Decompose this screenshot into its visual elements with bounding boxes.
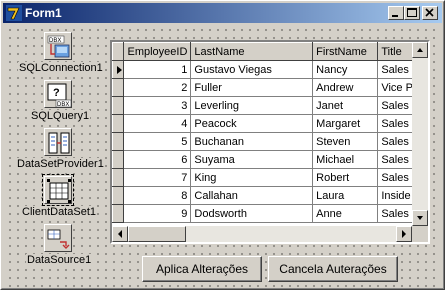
row-indicator[interactable] xyxy=(112,114,125,133)
grid-cell[interactable]: King xyxy=(190,168,314,187)
main-window: Form1 DBX SQLConnection1 ? DBX SQLQuery1… xyxy=(0,0,445,290)
grid-table: EmployeeID LastName FirstName Title 1 Gus… xyxy=(112,42,428,223)
minimize-icon xyxy=(392,15,398,17)
grid-cell[interactable]: Nancy xyxy=(312,60,379,79)
scroll-right-button[interactable] xyxy=(396,226,412,242)
grid-cell[interactable]: 7 xyxy=(123,168,192,187)
apply-changes-button[interactable]: Aplica Alterações xyxy=(142,256,262,282)
scroll-down-button[interactable] xyxy=(412,210,428,226)
grid-cell[interactable]: 9 xyxy=(123,204,192,223)
grid-cell[interactable]: 3 xyxy=(123,96,192,115)
cancel-changes-button[interactable]: Cancela Auterações xyxy=(268,256,398,282)
table-row[interactable]: 2 Fuller Andrew Vice P xyxy=(112,78,428,97)
close-icon xyxy=(425,8,434,17)
grid-cell[interactable]: 5 xyxy=(123,132,192,151)
arrow-up-icon xyxy=(417,48,423,52)
grid-cell[interactable]: 8 xyxy=(123,186,192,205)
title-bar[interactable]: Form1 xyxy=(3,3,442,23)
row-indicator[interactable] xyxy=(112,78,125,97)
scrollbar-corner xyxy=(412,226,428,242)
grid-cell[interactable]: Leverling xyxy=(190,96,314,115)
row-indicator[interactable] xyxy=(112,204,125,223)
dataset-provider-component[interactable] xyxy=(44,128,72,156)
employee-grid[interactable]: EmployeeID LastName FirstName Title 1 Gus… xyxy=(110,40,430,244)
grid-cell[interactable]: 6 xyxy=(123,150,192,169)
grid-cell[interactable]: Robert xyxy=(312,168,379,187)
grid-cell[interactable]: Peacock xyxy=(190,114,314,133)
grid-cell[interactable]: Dodsworth xyxy=(190,204,314,223)
column-header[interactable]: LastName xyxy=(190,42,314,61)
grid-cell[interactable]: Gustavo Viegas xyxy=(190,60,314,79)
grid-cell[interactable]: 2 xyxy=(123,78,192,97)
table-row[interactable]: 9 Dodsworth Anne Sales R xyxy=(112,204,428,223)
grid-cell[interactable]: 4 xyxy=(123,114,192,133)
horizontal-scroll-thumb[interactable] xyxy=(128,226,186,242)
horizontal-scrollbar[interactable] xyxy=(112,226,412,242)
row-indicator[interactable] xyxy=(112,132,125,151)
arrow-right-icon xyxy=(402,230,406,238)
grid-indicator-header xyxy=(112,42,125,61)
component-label: SQLQuery1 xyxy=(30,110,91,122)
svg-text:DBX: DBX xyxy=(49,38,61,44)
grid-cell[interactable]: Buchanan xyxy=(190,132,314,151)
grid-cell[interactable]: Fuller xyxy=(190,78,314,97)
table-row[interactable]: 5 Buchanan Steven Sales M xyxy=(112,132,428,151)
svg-text:?: ? xyxy=(53,87,60,99)
sql-query-component[interactable]: ? DBX xyxy=(44,80,72,108)
arrow-left-icon xyxy=(118,230,122,238)
grid-cell[interactable]: Laura xyxy=(312,186,379,205)
client-dataset-component[interactable] xyxy=(42,174,74,206)
scroll-up-button[interactable] xyxy=(412,42,428,58)
row-indicator[interactable] xyxy=(112,96,125,115)
scroll-left-button[interactable] xyxy=(112,226,128,242)
component-label: DataSetProvider1 xyxy=(16,158,105,170)
window-title: Form1 xyxy=(25,6,62,20)
vertical-scrollbar[interactable] xyxy=(412,42,428,226)
close-button[interactable] xyxy=(422,6,438,20)
grid-cell[interactable]: Anne xyxy=(312,204,379,223)
grid-cell[interactable]: Suyama xyxy=(190,150,314,169)
grid-cell[interactable]: 1 xyxy=(123,60,192,79)
grid-cell[interactable]: Michael xyxy=(312,150,379,169)
component-label: DataSource1 xyxy=(26,254,93,266)
grid-cell[interactable]: Janet xyxy=(312,96,379,115)
dataset-provider-icon xyxy=(48,132,70,154)
table-row[interactable]: 6 Suyama Michael Sales R xyxy=(112,150,428,169)
delphi-icon xyxy=(6,5,22,21)
minimize-button[interactable] xyxy=(388,6,404,20)
row-indicator[interactable] xyxy=(112,186,125,205)
svg-text:DBX: DBX xyxy=(57,102,69,108)
row-indicator[interactable] xyxy=(112,168,125,187)
current-row-arrow-icon xyxy=(117,66,122,74)
client-dataset-icon xyxy=(47,179,71,203)
grid-cell[interactable]: Andrew xyxy=(312,78,379,97)
maximize-icon xyxy=(407,8,417,17)
sql-connection-component[interactable]: DBX xyxy=(44,32,72,60)
column-header[interactable]: FirstName xyxy=(312,42,379,61)
table-row[interactable]: 1 Gustavo Viegas Nancy Sales R xyxy=(112,60,428,79)
column-header[interactable]: EmployeeID xyxy=(123,42,192,61)
component-label: SQLConnection1 xyxy=(18,62,104,74)
grid-cell[interactable]: Margaret xyxy=(312,114,379,133)
component-label: ClientDataSet1 xyxy=(21,206,97,218)
sql-connection-icon: DBX xyxy=(47,35,70,58)
table-row[interactable]: 7 King Robert Sales R xyxy=(112,168,428,187)
grid-header-row: EmployeeID LastName FirstName Title xyxy=(112,42,428,61)
grid-cell[interactable]: Callahan xyxy=(190,186,314,205)
table-row[interactable]: 4 Peacock Margaret Sales R xyxy=(112,114,428,133)
sql-query-icon: ? DBX xyxy=(47,83,72,108)
grid-viewport: EmployeeID LastName FirstName Title 1 Gus… xyxy=(112,42,428,226)
table-row[interactable]: 3 Leverling Janet Sales R xyxy=(112,96,428,115)
maximize-button[interactable] xyxy=(404,6,420,20)
form-client-area: DBX SQLConnection1 ? DBX SQLQuery1 DataS… xyxy=(4,24,441,288)
row-indicator[interactable] xyxy=(112,150,125,169)
arrow-down-icon xyxy=(417,216,423,220)
row-indicator[interactable] xyxy=(112,60,125,79)
table-row[interactable]: 8 Callahan Laura Inside xyxy=(112,186,428,205)
datasource-component[interactable] xyxy=(44,224,72,252)
datasource-icon xyxy=(47,229,70,249)
grid-cell[interactable]: Steven xyxy=(312,132,379,151)
